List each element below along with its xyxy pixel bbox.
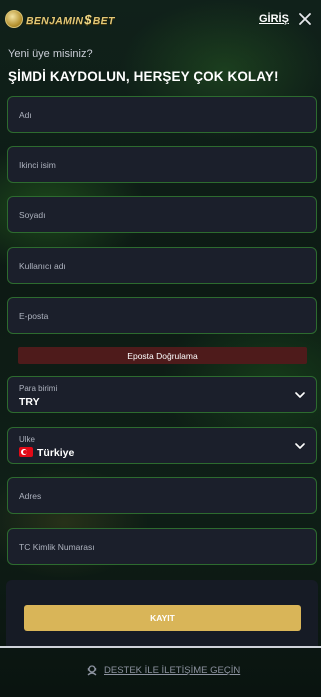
email-field[interactable]: E-posta bbox=[7, 297, 317, 334]
country-select[interactable]: Ulke Türkiye bbox=[7, 427, 317, 464]
username-placeholder: Kullanıcı adı bbox=[19, 261, 66, 271]
header: BENJAMIN$BET GİRİŞ bbox=[0, 0, 321, 40]
chevron-down-icon bbox=[295, 443, 305, 449]
tc-id-field[interactable]: TC Kimlik Numarası bbox=[7, 528, 317, 565]
support-link[interactable]: DESTEK İLE İLETİŞİME GEÇİN bbox=[86, 663, 240, 677]
chevron-down-icon bbox=[295, 392, 305, 398]
address-placeholder: Adres bbox=[19, 491, 42, 501]
address-field[interactable]: Adres bbox=[7, 477, 317, 514]
last-name-placeholder: Soyadı bbox=[19, 210, 46, 220]
login-link[interactable]: GİRİŞ bbox=[259, 13, 289, 25]
currency-label: Para birimi bbox=[19, 384, 58, 393]
last-name-field[interactable]: Soyadı bbox=[7, 196, 317, 233]
turkey-flag-icon bbox=[19, 447, 33, 457]
first-name-field[interactable]: Adı bbox=[7, 96, 317, 133]
divider bbox=[0, 646, 321, 648]
currency-select[interactable]: Para birimi TRY bbox=[7, 376, 317, 413]
country-value-wrap: Türkiye bbox=[19, 447, 74, 459]
close-icon[interactable] bbox=[298, 12, 312, 26]
middle-name-placeholder: Ikinci isim bbox=[19, 160, 56, 170]
tc-id-placeholder: TC Kimlik Numarası bbox=[19, 542, 95, 552]
username-field[interactable]: Kullanıcı adı bbox=[7, 247, 317, 284]
middle-name-field[interactable]: Ikinci isim bbox=[7, 146, 317, 183]
first-name-placeholder: Adı bbox=[19, 110, 32, 120]
logo[interactable]: BENJAMIN$BET bbox=[5, 10, 115, 28]
logo-badge-icon bbox=[5, 10, 23, 28]
currency-value: TRY bbox=[19, 396, 40, 408]
support-agent-icon bbox=[87, 665, 97, 676]
email-verify-button[interactable]: Eposta Doğrulama bbox=[18, 347, 307, 364]
new-member-question: Yeni üye misiniz? bbox=[8, 48, 93, 60]
country-value: Türkiye bbox=[37, 447, 75, 459]
page-title: ŞİMDİ KAYDOLUN, HERŞEY ÇOK KOLAY! bbox=[8, 69, 279, 84]
submit-button[interactable]: KAYIT bbox=[24, 605, 301, 631]
email-placeholder: E-posta bbox=[19, 311, 49, 321]
country-label: Ulke bbox=[19, 435, 36, 444]
support-label: DESTEK İLE İLETİŞİME GEÇİN bbox=[104, 664, 241, 676]
logo-text: BENJAMIN$BET bbox=[26, 11, 115, 27]
